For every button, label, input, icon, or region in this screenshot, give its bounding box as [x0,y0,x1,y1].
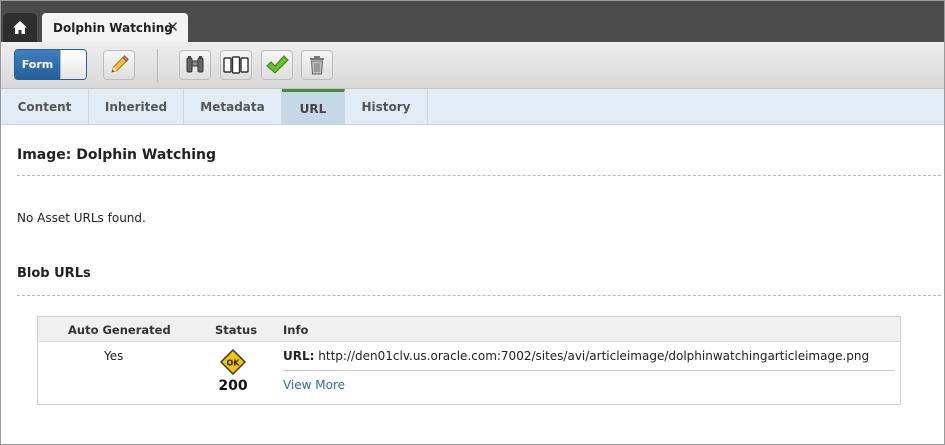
url-divider [283,370,895,371]
document-tab[interactable]: Dolphin Watching ✕ [42,13,188,42]
tab-content[interactable]: Content [1,89,89,125]
toolbar: Form [1,42,944,89]
document-tab-label: Dolphin Watching [53,20,173,35]
divider [17,175,941,176]
column-header-info: Info [283,323,309,337]
toolbar-separator [157,49,158,82]
tab-strip: Content Inherited Metadata URL History [1,89,944,125]
page-title: Image: Dolphin Watching [17,147,217,163]
status-ok-icon: OK [219,348,247,376]
form-toggle[interactable]: Form [14,49,87,80]
no-asset-urls-message: No Asset URLs found. [17,211,146,225]
binoculars-icon [186,56,204,73]
app-window: Dolphin Watching ✕ Form Content Inherite… [0,0,945,445]
home-button[interactable] [3,13,37,42]
pencil-icon [111,55,129,73]
edit-button[interactable] [103,50,135,80]
delete-button[interactable] [301,50,333,80]
form-toggle-knob [60,50,86,79]
close-icon[interactable]: ✕ [166,19,179,35]
search-button[interactable] [179,50,211,80]
url-value: http://den01clv.us.oracle.com:7002/sites… [318,349,870,363]
column-header-status: Status [215,323,258,337]
blob-urls-table: Auto Generated Status Info Yes OK 200 UR… [37,316,901,405]
approve-button[interactable] [261,50,293,80]
table-header: Auto Generated Status Info [38,317,900,342]
top-tab-bar: Dolphin Watching ✕ [1,1,944,42]
home-icon [13,21,27,34]
main-content: Image: Dolphin Watching No Asset URLs fo… [1,125,944,444]
status-badge-text: OK [227,359,241,368]
tab-metadata[interactable]: Metadata [184,89,282,125]
devices-icon [223,56,249,74]
trash-icon [310,56,324,75]
devices-button[interactable] [220,50,252,80]
column-header-auto-generated: Auto Generated [68,323,171,337]
tab-url[interactable]: URL [282,89,345,125]
url-label: URL: [283,349,315,363]
tab-history[interactable]: History [345,89,428,125]
status-code: 200 [218,378,248,394]
url-line: URL: http://den01clv.us.oracle.com:7002/… [283,349,869,363]
form-toggle-label: Form [15,50,60,79]
blob-urls-heading: Blob URLs [17,266,91,281]
view-more-link[interactable]: View More [283,378,345,392]
tab-inherited[interactable]: Inherited [89,89,184,125]
checkmark-icon [266,55,289,74]
divider [17,295,941,296]
auto-generated-value: Yes [104,349,124,363]
